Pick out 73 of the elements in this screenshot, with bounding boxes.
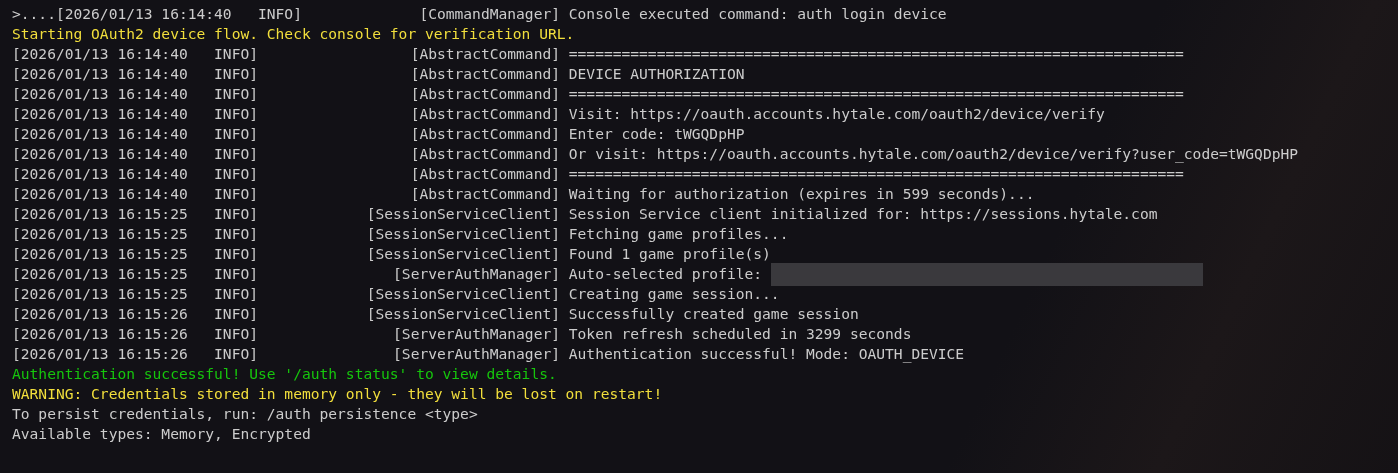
log-source: [AbstractCommand] [410, 64, 560, 84]
log-level: INFO] [214, 84, 258, 104]
log-timestamp: [2026/01/13 16:15:25 [12, 244, 188, 264]
log-source: [AbstractCommand] [410, 84, 560, 104]
log-source: [CommandManager] [419, 4, 560, 24]
log-source: [AbstractCommand] [410, 124, 560, 144]
log-source: [SessionServiceClient] [366, 244, 560, 264]
log-source: [SessionServiceClient] [366, 304, 560, 324]
log-level: INFO] [214, 204, 258, 224]
log-timestamp: [2026/01/13 16:15:26 [12, 344, 188, 364]
log-timestamp: [2026/01/13 16:14:40 [12, 184, 188, 204]
log-level: INFO] [214, 344, 258, 364]
console-message: Available types: Memory, Encrypted [12, 424, 311, 444]
log-source: [ServerAuthManager] [393, 344, 560, 364]
log-timestamp: [2026/01/13 16:15:25 [12, 264, 188, 284]
log-message: ====================================================================== [568, 84, 1184, 104]
log-level: INFO] [214, 64, 258, 84]
log-level: INFO] [214, 124, 258, 144]
log-source: [SessionServiceClient] [366, 204, 560, 224]
log-message: Session Service client initialized for: https://sessions.hytale.com [568, 204, 1158, 224]
log-level: INFO] [214, 104, 258, 124]
log-timestamp: [2026/01/13 16:14:40 [12, 44, 188, 64]
log-level: INFO] [214, 304, 258, 324]
log-message: Creating game session... [568, 284, 780, 304]
log-timestamp: [2026/01/13 16:14:40 [12, 144, 188, 164]
log-source: [AbstractCommand] [410, 44, 560, 64]
log-level: INFO] [214, 244, 258, 264]
log-level: INFO] [214, 184, 258, 204]
log-source: [ServerAuthManager] [393, 264, 560, 284]
log-source: [SessionServiceClient] [366, 224, 560, 244]
log-level: INFO] [214, 164, 258, 184]
log-source: [AbstractCommand] [410, 104, 560, 124]
log-message: ====================================================================== [568, 164, 1184, 184]
log-source: [AbstractCommand] [410, 144, 560, 164]
log-level: INFO] [214, 144, 258, 164]
log-message: Enter code: tWGQDpHP [568, 124, 745, 144]
log-level: INFO] [258, 4, 302, 24]
log-timestamp: [2026/01/13 16:15:26 [12, 304, 188, 324]
log-message: Successfully created game session [568, 304, 859, 324]
log-timestamp: [2026/01/13 16:14:40 [12, 84, 188, 104]
log-message: Auto-selected profile: [568, 264, 763, 284]
log-timestamp: [2026/01/13 16:15:25 [12, 224, 188, 244]
console-message: Starting OAuth2 device flow. Check console for verification URL. [12, 24, 575, 44]
log-timestamp: >....[2026/01/13 16:14:40 [12, 4, 232, 24]
log-level: INFO] [214, 324, 258, 344]
log-timestamp: [2026/01/13 16:14:40 [12, 64, 188, 84]
log-message: ====================================================================== [568, 44, 1184, 64]
console-message: To persist credentials, run: /auth persistence <type> [12, 404, 478, 424]
log-message: Authentication successful! Mode: OAUTH_DEVICE [568, 344, 965, 364]
log-timestamp: [2026/01/13 16:15:25 [12, 284, 188, 304]
log-timestamp: [2026/01/13 16:14:40 [12, 164, 188, 184]
log-message: Waiting for authorization (expires in 599 seconds)... [568, 184, 1035, 204]
log-level: INFO] [214, 44, 258, 64]
log-source: [AbstractCommand] [410, 164, 560, 184]
log-level: INFO] [214, 284, 258, 304]
log-message: Or visit: https://oauth.accounts.hytale.com/oauth2/device/verify?user_code=tWGQDpHP [568, 144, 1299, 164]
log-message: DEVICE AUTHORIZATION [568, 64, 745, 84]
log-message: Found 1 game profile(s) [568, 244, 771, 264]
log-message: Visit: https://oauth.accounts.hytale.com/oauth2/device/verify [568, 104, 1105, 124]
log-level: INFO] [214, 224, 258, 244]
log-source: [AbstractCommand] [410, 184, 560, 204]
log-source: [ServerAuthManager] [393, 324, 560, 344]
log-message: Console executed command: auth login device [568, 4, 947, 24]
log-timestamp: [2026/01/13 16:15:26 [12, 324, 188, 344]
log-source: [SessionServiceClient] [366, 284, 560, 304]
log-message: Token refresh scheduled in 3299 seconds [568, 324, 912, 344]
log-level: INFO] [214, 264, 258, 284]
log-timestamp: [2026/01/13 16:14:40 [12, 124, 188, 144]
console-message: Authentication successful! Use '/auth status' to view details. [12, 364, 557, 384]
log-message: Fetching game profiles... [568, 224, 789, 244]
log-timestamp: [2026/01/13 16:15:25 [12, 204, 188, 224]
console-message: WARNING: Credentials stored in memory only - they will be lost on restart! [12, 384, 663, 404]
log-timestamp: [2026/01/13 16:14:40 [12, 104, 188, 124]
